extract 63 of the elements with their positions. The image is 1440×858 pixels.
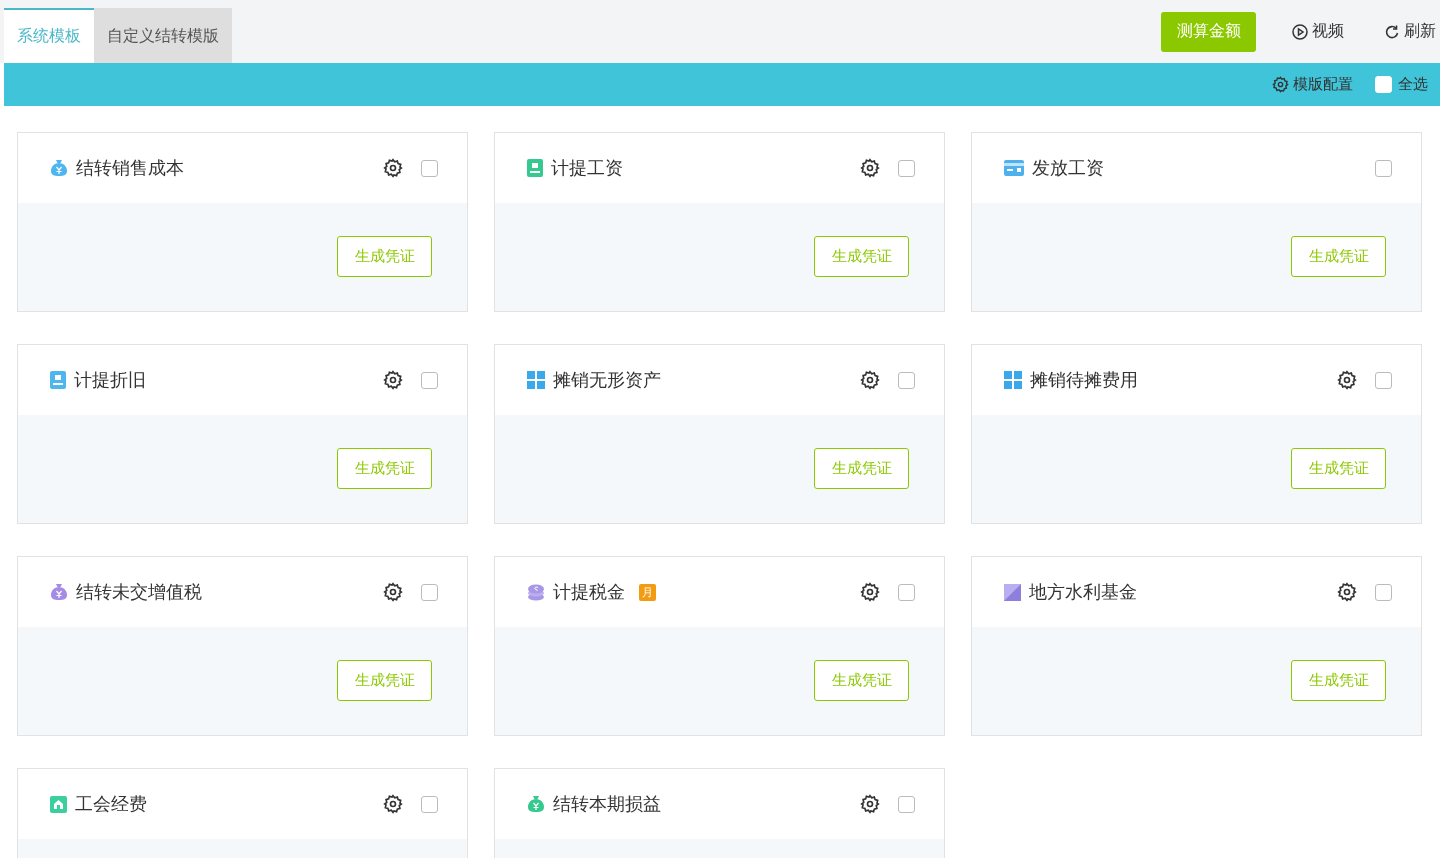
checkbox[interactable] xyxy=(898,159,915,177)
card-title: 结转本期损益 xyxy=(553,792,661,816)
generate-voucher-button[interactable]: 生成凭证 xyxy=(814,236,909,277)
card-title: 发放工资 xyxy=(1032,156,1104,180)
generate-voucher-button[interactable]: 生成凭证 xyxy=(814,660,909,701)
checkbox[interactable] xyxy=(1375,159,1392,177)
video-link[interactable]: 视频 xyxy=(1292,21,1344,42)
checkbox[interactable] xyxy=(898,371,915,389)
period-badge: 月 xyxy=(639,583,656,601)
settings-icon[interactable] xyxy=(860,158,880,178)
house-icon xyxy=(50,795,67,813)
settings-icon[interactable] xyxy=(1337,582,1357,602)
checkbox[interactable] xyxy=(898,795,915,813)
settings-icon[interactable] xyxy=(383,582,403,602)
generate-voucher-button[interactable]: 生成凭证 xyxy=(1291,448,1386,489)
generate-voucher-button[interactable]: 生成凭证 xyxy=(814,448,909,489)
calculate-amount-button[interactable]: 测算金额 xyxy=(1161,11,1256,52)
refresh-link[interactable]: 刷新 xyxy=(1384,21,1436,42)
card-title: 摊销无形资产 xyxy=(553,368,661,392)
generate-voucher-button[interactable]: 生成凭证 xyxy=(1291,660,1386,701)
checkbox[interactable] xyxy=(421,795,438,813)
card-title: 结转销售成本 xyxy=(76,156,184,180)
select-all-checkbox[interactable] xyxy=(1375,76,1392,93)
settings-icon[interactable] xyxy=(860,582,880,602)
checkbox[interactable] xyxy=(421,583,438,601)
checkbox[interactable] xyxy=(1375,583,1392,601)
settings-icon[interactable] xyxy=(860,794,880,814)
generate-voucher-button[interactable]: 生成凭证 xyxy=(337,448,432,489)
grid-icon xyxy=(527,371,545,389)
template-config-link[interactable]: 模版配置 xyxy=(1272,75,1353,94)
money-bag-icon xyxy=(50,159,68,177)
checkbox[interactable] xyxy=(1375,371,1392,389)
coins-icon xyxy=(527,583,545,601)
clipboard-icon xyxy=(50,371,66,389)
card-icon xyxy=(1004,160,1024,176)
card-title: 工会经费 xyxy=(75,792,147,816)
settings-icon[interactable] xyxy=(383,370,403,390)
money-bag-icon xyxy=(50,583,68,601)
settings-icon[interactable] xyxy=(1337,370,1357,390)
settings-icon xyxy=(1272,76,1289,93)
card-title: 地方水利基金 xyxy=(1029,580,1137,604)
checkbox[interactable] xyxy=(421,159,438,177)
checkbox[interactable] xyxy=(898,583,915,601)
grid-icon xyxy=(1004,371,1022,389)
play-icon xyxy=(1292,23,1308,40)
generate-voucher-button[interactable]: 生成凭证 xyxy=(1291,236,1386,277)
card-title: 计提工资 xyxy=(551,156,623,180)
select-all-label: 全选 xyxy=(1398,75,1428,94)
checkbox[interactable] xyxy=(421,371,438,389)
settings-icon[interactable] xyxy=(860,370,880,390)
card-title: 摊销待摊费用 xyxy=(1030,368,1138,392)
money-bag-icon xyxy=(527,795,545,813)
card-title: 结转未交增值税 xyxy=(76,580,202,604)
generate-voucher-button[interactable]: 生成凭证 xyxy=(337,660,432,701)
settings-icon[interactable] xyxy=(383,158,403,178)
tab[interactable]: 自定义结转模版 xyxy=(94,8,232,63)
card-title: 计提税金 xyxy=(553,580,625,604)
generate-voucher-button[interactable]: 生成凭证 xyxy=(337,236,432,277)
settings-icon[interactable] xyxy=(383,794,403,814)
refresh-icon xyxy=(1384,23,1400,40)
tab[interactable]: 系统模板 xyxy=(4,8,94,63)
clipboard-icon xyxy=(527,159,543,177)
card-title: 计提折旧 xyxy=(74,368,146,392)
